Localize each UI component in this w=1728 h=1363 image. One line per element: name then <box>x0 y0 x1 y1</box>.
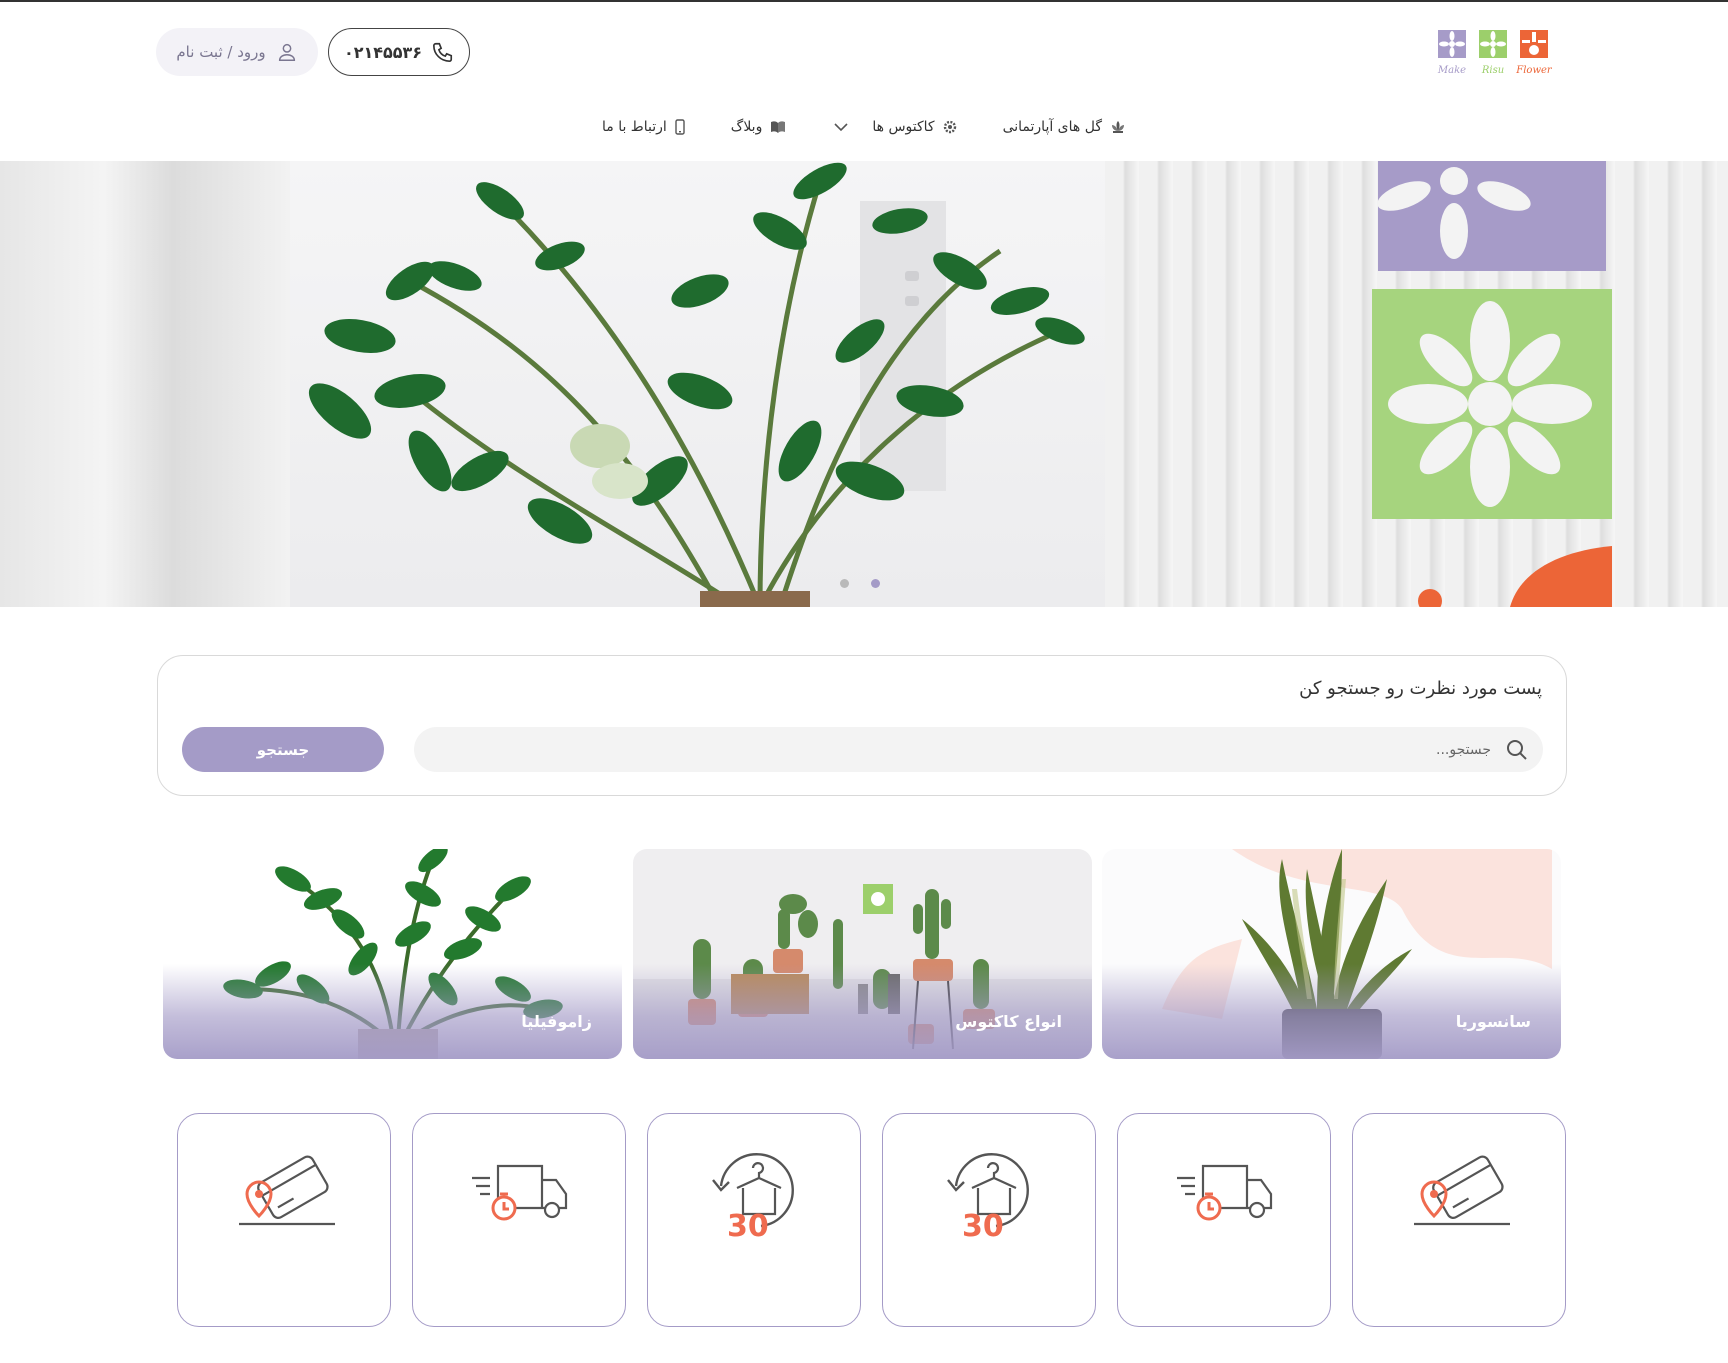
slider-dot[interactable] <box>840 579 849 588</box>
svg-text:30: 30 <box>962 1209 1004 1244</box>
search-input[interactable] <box>491 741 1491 758</box>
card-location-icon <box>1414 1155 1510 1226</box>
category-card-zamioculcas[interactable]: زاموفیلیا <box>163 849 622 1059</box>
fast-delivery-truck-icon <box>1177 1164 1273 1221</box>
return-30-days-icon: 30 <box>947 1153 1029 1244</box>
svg-text:30: 30 <box>727 1209 769 1244</box>
feature-box[interactable] <box>177 1113 391 1327</box>
slider-dots <box>840 579 880 588</box>
gear-icon <box>943 120 956 134</box>
user-icon <box>278 43 295 61</box>
feature-box[interactable] <box>412 1113 626 1327</box>
hero-slider[interactable] <box>0 161 1728 607</box>
search-field[interactable] <box>414 727 1543 772</box>
nav-label: وبلاگ <box>730 119 763 135</box>
search-button[interactable]: جستجو <box>182 727 384 772</box>
nav-item-cactus[interactable]: کاکتوس ها <box>832 112 956 142</box>
login-register-label: ورود / ثبت نام <box>176 43 266 61</box>
feature-box[interactable]: 30 <box>647 1113 861 1327</box>
nav-item-apartment-flowers[interactable]: گل های آپارتمانی <box>1003 112 1126 142</box>
search-card: پست مورد نظرت رو جستجو کن جستجو <box>157 655 1567 796</box>
feature-box[interactable] <box>1117 1113 1331 1327</box>
nav-item-blog[interactable]: وبلاگ <box>731 112 787 142</box>
book-icon <box>771 121 786 133</box>
return-30-days-icon: 30 <box>712 1153 794 1244</box>
logo[interactable]: Make Risu Flower <box>1434 28 1553 78</box>
nav-label: ارتباط با ما <box>601 119 667 135</box>
fast-delivery-truck-icon <box>472 1164 568 1221</box>
phone-button[interactable]: ۰۲۱۴۵۵۳۶ <box>328 28 470 76</box>
phone-number: ۰۲۱۴۵۵۳۶ <box>343 42 423 62</box>
lotus-icon <box>1112 121 1125 133</box>
category-label: سانسوریا <box>1455 1012 1531 1031</box>
feature-box[interactable] <box>1352 1113 1566 1327</box>
chevron-down-icon <box>834 123 848 132</box>
mobile-icon <box>675 119 685 135</box>
category-label: زاموفیلیا <box>521 1012 592 1031</box>
hero-plant-illustration <box>308 161 1612 607</box>
nav-item-contact[interactable]: ارتباط با ما <box>602 112 685 142</box>
feature-box[interactable]: 30 <box>882 1113 1096 1327</box>
make-risu-flower-logo-icon: Make Risu Flower <box>1437 30 1553 76</box>
category-card-sansevieria[interactable]: سانسوریا <box>1102 849 1561 1059</box>
svg-text:Flower: Flower <box>1515 65 1552 76</box>
main-nav: گل های آپارتمانی کاکتوس ها وبلاگ ارتباط … <box>0 112 1728 142</box>
category-label: انواع کاکتوس <box>955 1012 1062 1031</box>
category-card-cactus[interactable]: انواع کاکتوس <box>633 849 1092 1059</box>
login-register-button[interactable]: ورود / ثبت نام <box>156 28 318 76</box>
card-location-icon <box>239 1155 335 1226</box>
nav-label: کاکتوس ها <box>872 119 935 135</box>
search-title: پست مورد نظرت رو جستجو کن <box>1299 678 1542 699</box>
phone-icon <box>433 42 453 62</box>
svg-text:Risu: Risu <box>1481 65 1504 76</box>
slider-dot[interactable] <box>871 579 880 588</box>
search-icon <box>1507 739 1527 760</box>
nav-label: گل های آپارتمانی <box>1002 119 1103 135</box>
site-header: Make Risu Flower ۰۲۱۴۵۵۳۶ ورود / ثبت نام… <box>0 2 1728 161</box>
svg-text:Make: Make <box>1437 65 1466 76</box>
